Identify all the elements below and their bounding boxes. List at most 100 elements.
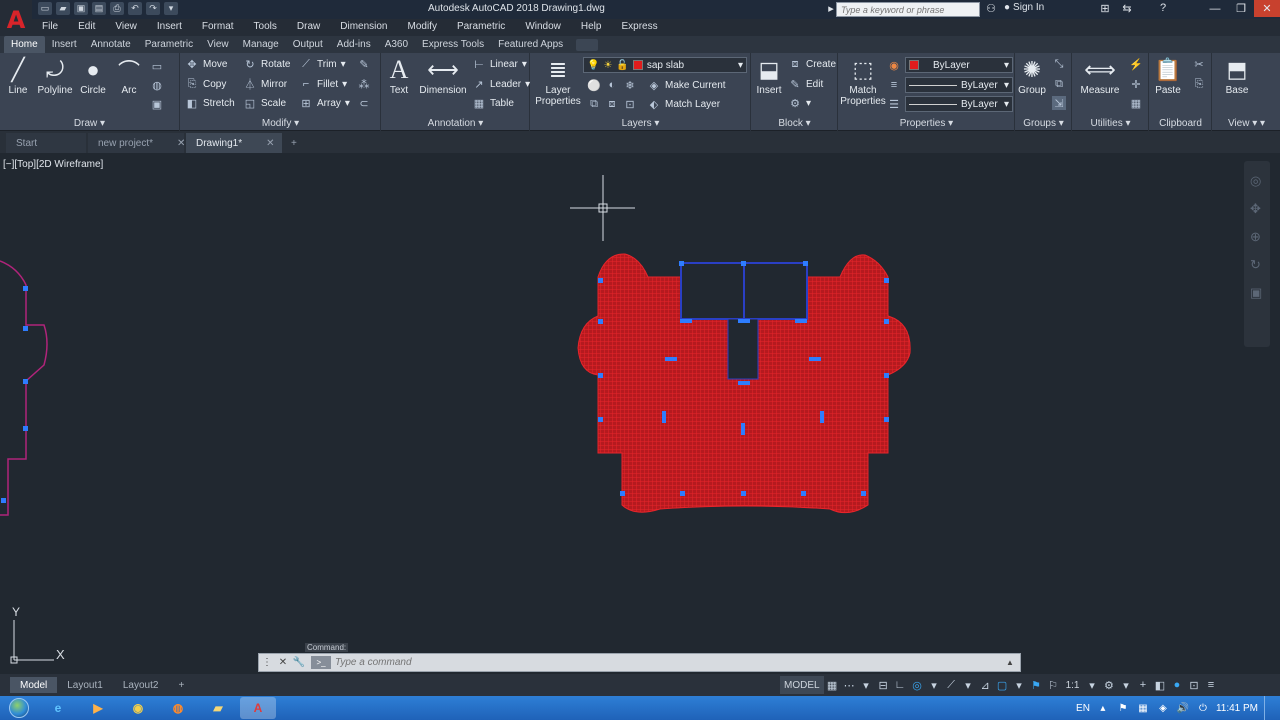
chevron-down-icon[interactable]: ▾ (1117, 676, 1134, 694)
rectangle-tool[interactable]: ▭ (150, 57, 164, 75)
add-layout-button[interactable]: + (168, 677, 194, 693)
scale-tool[interactable]: ◱ Scale (243, 94, 286, 112)
layer-dropdown[interactable]: 💡 ☀ 🔓 sap slab ▾ (583, 57, 747, 73)
clock[interactable]: 11:41 PM (1216, 703, 1258, 714)
model-space-button[interactable]: MODEL (780, 676, 824, 694)
pan-icon[interactable]: ✥ (1250, 201, 1261, 217)
tab-annotate[interactable]: Annotate (84, 36, 138, 53)
grid-display-icon[interactable]: ▦ (824, 676, 841, 694)
menu-view[interactable]: View (105, 19, 147, 36)
create-block-button[interactable]: ⧈ Create (788, 55, 837, 73)
tab-insert[interactable]: Insert (45, 36, 84, 53)
annotation-scale-dropdown[interactable]: 1:1 (1062, 676, 1084, 694)
new-tab-button[interactable]: + (284, 133, 308, 153)
open-file-icon[interactable]: ▰ (56, 2, 70, 15)
menu-edit[interactable]: Edit (68, 19, 105, 36)
isodraft-icon[interactable]: ⟋ (943, 676, 960, 694)
trim-tool[interactable]: ⟋ Trim ▾ (299, 55, 346, 73)
close-icon[interactable]: ✕ (266, 138, 274, 149)
tab-drawing1[interactable]: Drawing1* ✕ (186, 133, 282, 153)
show-desktop-button[interactable] (1264, 696, 1274, 720)
menu-file[interactable]: File (32, 19, 68, 36)
showmotion-icon[interactable]: ▣ (1250, 285, 1262, 301)
menu-modify[interactable]: Modify (398, 19, 447, 36)
help-icon[interactable]: ? (1156, 2, 1170, 16)
tab-express-tools[interactable]: Express Tools (415, 36, 491, 53)
workspace-gear-icon[interactable]: ⚙ (1100, 676, 1117, 694)
redo-icon[interactable]: ↷ (146, 2, 160, 15)
chevron-down-icon[interactable]: ▾ (1011, 676, 1028, 694)
menu-draw[interactable]: Draw (287, 19, 330, 36)
dynamic-input-icon[interactable]: ⊟ (875, 676, 892, 694)
customize-menu-icon[interactable]: ≡ (1202, 676, 1219, 694)
dimension-tool[interactable]: ⟷ Dimension (418, 55, 468, 96)
stretch-tool[interactable]: ◧ Stretch (185, 94, 235, 112)
view-panel-title[interactable]: View ▾ ▾ (1213, 118, 1280, 129)
command-input[interactable] (335, 654, 1006, 671)
explode-tool[interactable]: ⁂ (357, 75, 371, 93)
group-tool[interactable]: ✺ Group (1010, 55, 1054, 96)
erase-tool[interactable]: ✎ (357, 55, 371, 73)
chrome-icon[interactable]: ◉ (120, 697, 156, 719)
measure-tool[interactable]: ⟺ Measure (1075, 55, 1125, 96)
chevron-down-icon[interactable]: ▾ (858, 676, 875, 694)
autocad-taskbar-icon[interactable]: A (240, 697, 276, 719)
file-explorer-icon[interactable]: ▰ (200, 697, 236, 719)
ungroup-button[interactable]: ⤡ (1052, 55, 1066, 73)
id-point-button[interactable]: ✛ (1129, 75, 1143, 93)
language-indicator[interactable]: EN (1076, 703, 1090, 714)
lineweight-dropdown[interactable]: ByLayer ▾ (905, 77, 1013, 93)
new-file-icon[interactable]: ▭ (38, 2, 52, 15)
workspace-dropdown-icon[interactable]: ▾ (164, 2, 178, 15)
modify-panel-title[interactable]: Modify ▾ (181, 118, 380, 129)
object-snap-tracking-icon[interactable]: ⊿ (977, 676, 994, 694)
minimize-button[interactable]: — (1202, 0, 1228, 17)
group-selection-button[interactable]: ⇲ (1052, 94, 1066, 112)
menu-help[interactable]: Help (571, 19, 612, 36)
groups-panel-title[interactable]: Groups ▾ (1016, 118, 1071, 129)
tab-output[interactable]: Output (286, 36, 330, 53)
chevron-down-icon[interactable]: ▾ (1083, 676, 1100, 694)
maximize-button[interactable]: ❐ (1228, 0, 1254, 17)
tab-home[interactable]: Home (4, 36, 45, 53)
firefox-icon[interactable]: ◍ (160, 697, 196, 719)
grip-handle-icon[interactable]: ⋮ (259, 654, 275, 671)
tab-layout2[interactable]: Layout2 (113, 677, 169, 693)
move-tool[interactable]: ✥ Move (185, 55, 227, 73)
copy-clip-button[interactable]: ⎘ (1192, 75, 1206, 93)
start-button[interactable] (0, 696, 38, 720)
menu-dimension[interactable]: Dimension (330, 19, 397, 36)
match-properties-tool[interactable]: ⬚ Match Properties (839, 55, 887, 107)
chevron-down-icon[interactable]: ▾ (960, 676, 977, 694)
menu-parametric[interactable]: Parametric (447, 19, 515, 36)
binoculars-icon[interactable]: ⚇ (984, 2, 998, 16)
close-icon[interactable]: ✕ (177, 138, 185, 149)
media-player-icon[interactable]: ▶ (80, 697, 116, 719)
clean-screen-icon[interactable]: ⊡ (1185, 676, 1202, 694)
menu-window[interactable]: Window (515, 19, 571, 36)
leader-tool[interactable]: ↗ Leader ▾ (472, 75, 530, 93)
arc-tool[interactable]: ⌒ Arc (106, 55, 152, 96)
tab-start[interactable]: Start (6, 133, 86, 153)
insert-block-tool[interactable]: ⬓ Insert (746, 55, 792, 96)
wrench-icon[interactable]: 🔧 (291, 654, 307, 671)
annotation-visibility-icon[interactable]: ⚑ (1028, 676, 1045, 694)
tab-add-ins[interactable]: Add-ins (330, 36, 378, 53)
volume-icon[interactable]: 🔊 (1176, 701, 1190, 715)
properties-panel-title[interactable]: Properties ▾ (839, 118, 1014, 129)
mirror-tool[interactable]: ⏃ Mirror (243, 75, 288, 93)
rotate-tool[interactable]: ↻ Rotate (243, 55, 290, 73)
steering-wheel-icon[interactable]: ◎ (1250, 173, 1261, 189)
chevron-up-icon[interactable]: ▲ (1006, 658, 1020, 667)
close-icon[interactable]: ✕ (275, 654, 291, 671)
layer-more-tools[interactable]: ⧉ ⧈ ⊡ (587, 95, 637, 113)
menu-format[interactable]: Format (192, 19, 244, 36)
tab-new-project[interactable]: new project* ✕ (88, 133, 185, 153)
paste-tool[interactable]: 📋 Paste (1148, 55, 1188, 96)
layers-panel-title[interactable]: Layers ▾ (531, 118, 750, 129)
show-hidden-icons-icon[interactable]: ▴ (1096, 701, 1110, 715)
line-tool[interactable]: ╱ Line (0, 55, 36, 96)
ortho-mode-icon[interactable]: ∟ (892, 676, 909, 694)
save-as-icon[interactable]: ▤ (92, 2, 106, 15)
network-icon[interactable]: ▦ (1136, 701, 1150, 715)
